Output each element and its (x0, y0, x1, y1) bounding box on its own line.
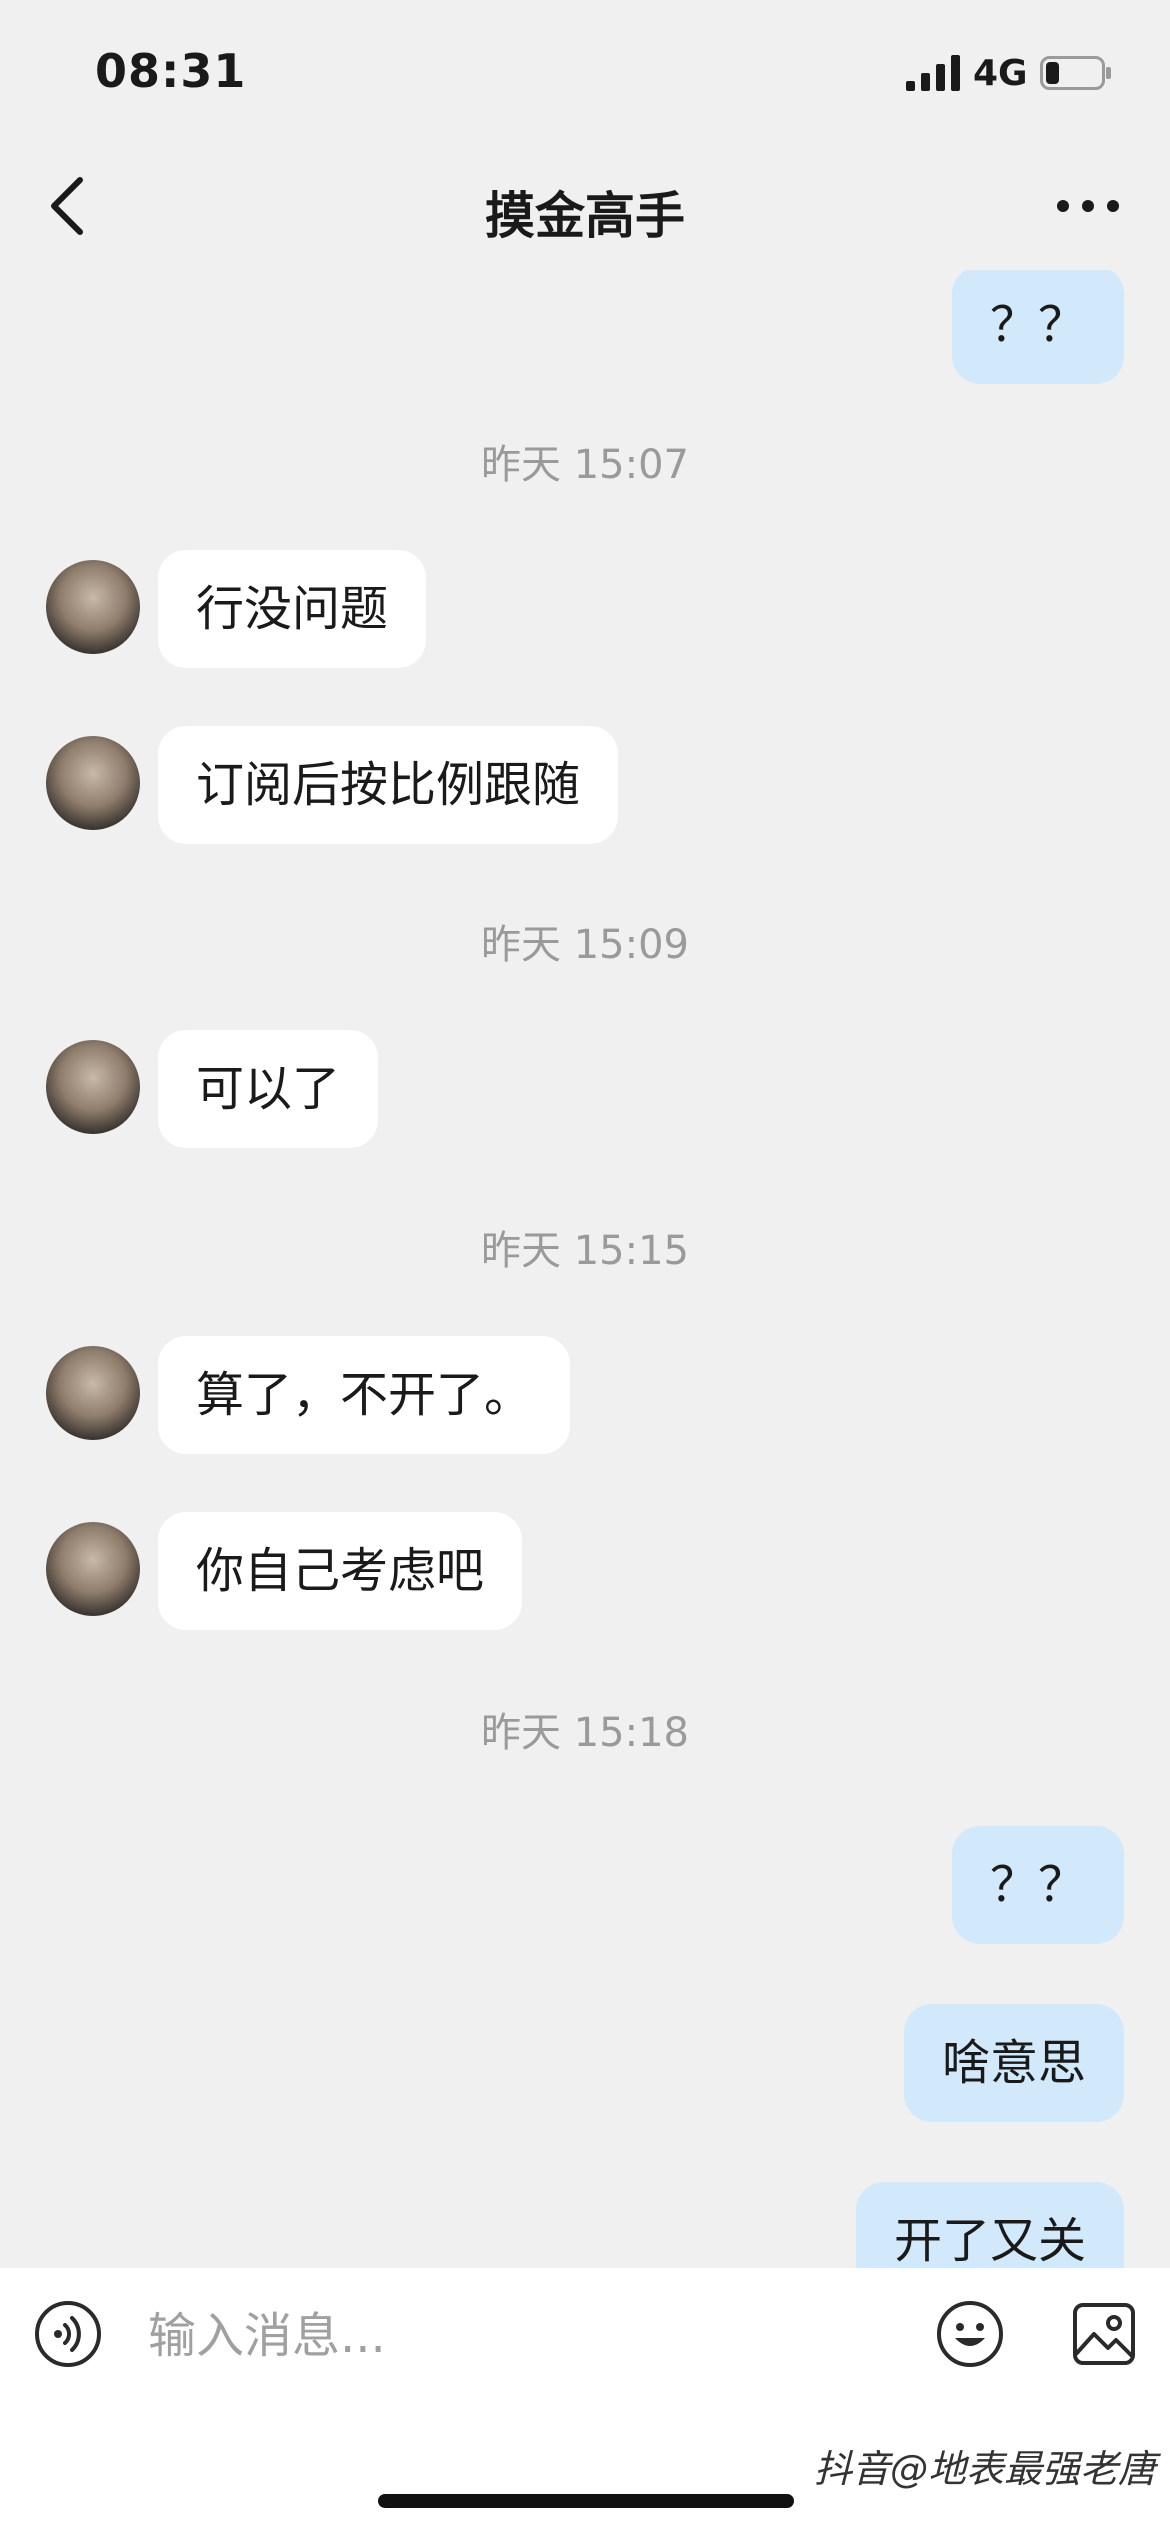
message-input[interactable] (148, 2306, 908, 2366)
nav-bar: 摸金高手 (0, 140, 1170, 270)
watermark: 抖音@地表最强老唐 (813, 2447, 1156, 2491)
message-timestamp: 昨天 15:18 (481, 1710, 689, 1756)
message-timestamp: 昨天 15:07 (481, 442, 689, 488)
home-indicator[interactable] (378, 2494, 794, 2508)
network-type: 4G (973, 53, 1028, 94)
contact-avatar[interactable] (46, 560, 140, 654)
signal-strength-icon (906, 55, 960, 91)
status-bar: 08:31 4G (0, 0, 1170, 140)
message-timestamp: 昨天 15:09 (481, 922, 689, 968)
incoming-message[interactable]: 行没问题 (158, 550, 427, 668)
battery-icon (1040, 56, 1111, 90)
chat-title: 摸金高手 (485, 187, 685, 245)
emoji-icon[interactable] (936, 2300, 1004, 2368)
status-time: 08:31 (95, 44, 247, 98)
message-timestamp: 昨天 15:15 (481, 1228, 689, 1274)
incoming-message[interactable]: 你自己考虑吧 (158, 1512, 523, 1630)
contact-avatar[interactable] (46, 1040, 140, 1134)
more-options-icon[interactable] (1056, 198, 1120, 214)
incoming-message[interactable]: 算了，不开了。 (158, 1336, 571, 1454)
outgoing-message[interactable]: ？？ (951, 270, 1124, 384)
outgoing-message[interactable]: ？？ (951, 1826, 1124, 1944)
outgoing-message[interactable]: 啥意思 (903, 2004, 1124, 2122)
voice-input-icon[interactable] (34, 2300, 102, 2368)
incoming-message[interactable]: 可以了 (158, 1030, 379, 1148)
message-input-bar: 抖音@地表最强老唐 (0, 2268, 1170, 2532)
contact-avatar[interactable] (46, 1346, 140, 1440)
incoming-message[interactable]: 订阅后按比例跟随 (158, 726, 619, 844)
outgoing-message[interactable]: 开了又关 (855, 2182, 1124, 2268)
chat-message-list[interactable]: ？？ 昨天 15:07 行没问题 订阅后按比例跟随 昨天 15:09 可以了 昨… (0, 270, 1170, 2268)
contact-avatar[interactable] (46, 1522, 140, 1616)
image-picker-icon[interactable] (1072, 2302, 1136, 2366)
contact-avatar[interactable] (46, 736, 140, 830)
